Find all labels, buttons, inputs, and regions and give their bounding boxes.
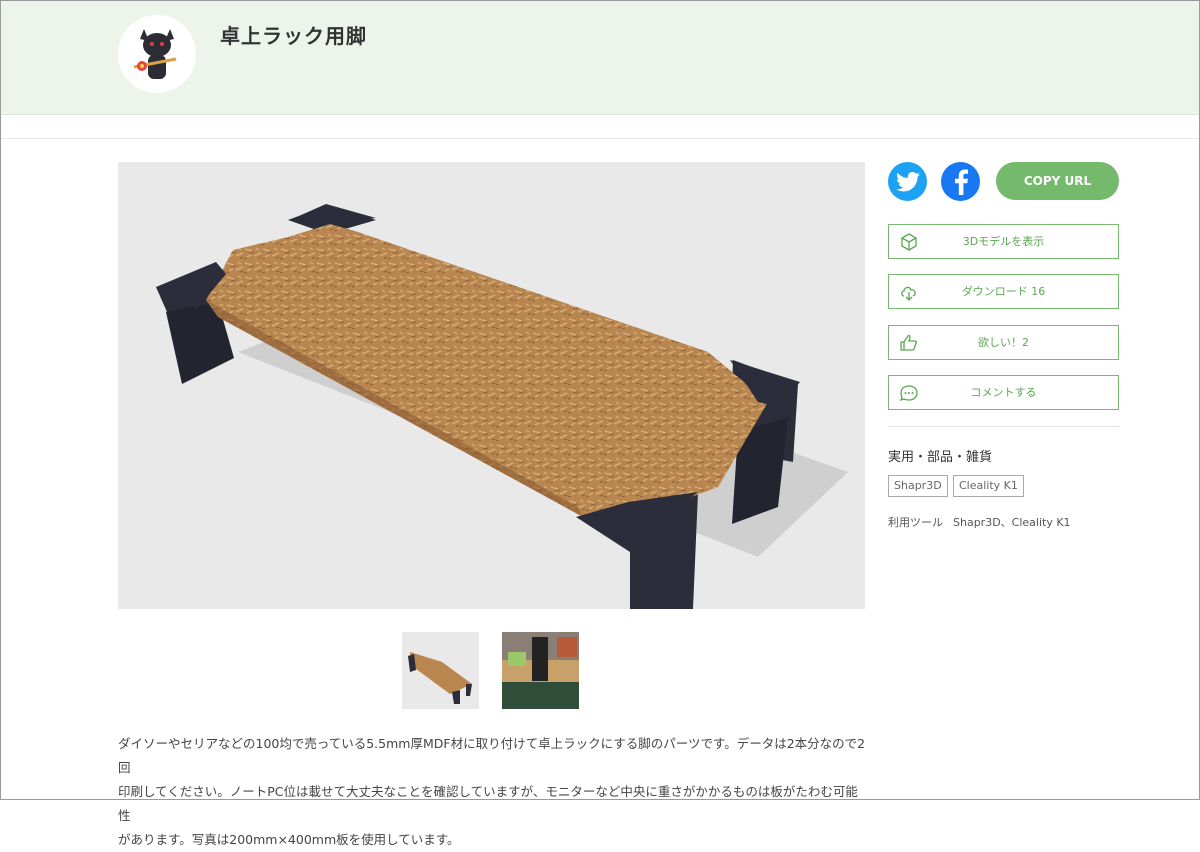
comment-label: コメントする bbox=[970, 386, 1037, 399]
thumbnail-model-image bbox=[402, 632, 479, 709]
want-button[interactable]: 欲しい！2 bbox=[888, 325, 1119, 360]
facebook-f-icon bbox=[954, 169, 968, 195]
tools-used: 利用ツール Shapr3D、Cleality K1 bbox=[888, 514, 1081, 530]
description: ダイソーやセリアなどの100均で売っている5.5mm厚MDF材に取り付けて卓上ラ… bbox=[118, 732, 868, 852]
description-line: 印刷してください。ノートPC位は載せて大丈夫なことを確認していますが、モニターな… bbox=[118, 784, 858, 823]
sidebar-divider bbox=[888, 426, 1119, 427]
view-3d-model-label: 3Dモデルを表示 bbox=[962, 235, 1045, 248]
download-button[interactable]: ダウンロード 16 bbox=[888, 274, 1119, 309]
tag-cleality-k1[interactable]: Cleality K1 bbox=[953, 475, 1024, 497]
tools-value: Shapr3D、Cleality K1 bbox=[953, 516, 1071, 529]
tag-shapr3d[interactable]: Shapr3D bbox=[888, 475, 948, 497]
cat-avatar-icon bbox=[118, 15, 196, 93]
user-avatar[interactable] bbox=[118, 15, 196, 93]
copy-url-button[interactable]: COPY URL bbox=[996, 162, 1119, 200]
thumbnail-model[interactable] bbox=[402, 632, 479, 709]
thumbnail-photo[interactable] bbox=[502, 632, 579, 709]
sub-navigation-bar bbox=[1, 115, 1199, 139]
description-line: があります。写真は200mm×400mm板を使用しています。 bbox=[118, 832, 460, 847]
thumbnail-photo-image bbox=[502, 632, 579, 709]
page-title: 卓上ラック用脚 bbox=[220, 24, 367, 48]
download-label: ダウンロード 16 bbox=[961, 285, 1046, 298]
comment-button[interactable]: コメントする bbox=[888, 375, 1119, 410]
category-link[interactable]: 実用・部品・雑貨 bbox=[888, 446, 992, 465]
model-image-viewer[interactable] bbox=[118, 162, 865, 609]
rack-model-image bbox=[118, 162, 865, 609]
tools-label: 利用ツール bbox=[888, 516, 943, 529]
page-header: 卓上ラック用脚 bbox=[1, 1, 1199, 115]
view-3d-model-button[interactable]: 3Dモデルを表示 bbox=[888, 224, 1119, 259]
twitter-share-button[interactable] bbox=[888, 162, 927, 201]
description-line: ダイソーやセリアなどの100均で売っている5.5mm厚MDF材に取り付けて卓上ラ… bbox=[118, 736, 866, 775]
want-label: 欲しい！2 bbox=[978, 336, 1029, 349]
twitter-bird-icon bbox=[895, 171, 920, 191]
facebook-share-button[interactable] bbox=[941, 162, 980, 201]
